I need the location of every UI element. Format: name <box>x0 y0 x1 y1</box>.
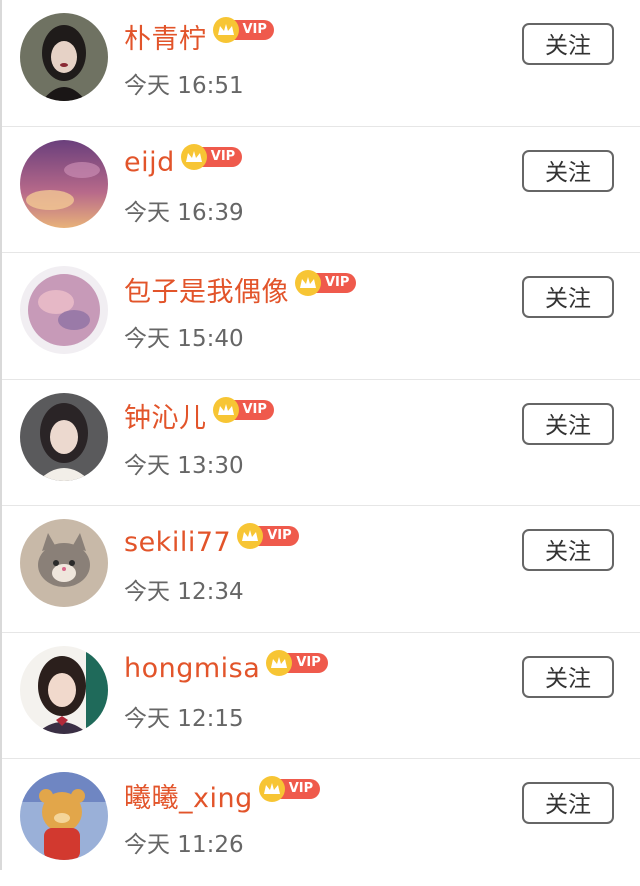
list-item[interactable]: hongmisa VIP 今天 12:15 关注 <box>2 633 640 759</box>
list-item[interactable]: 钟沁儿 VIP 今天 13:30 关注 <box>2 380 640 506</box>
avatar[interactable] <box>20 645 108 734</box>
crown-icon <box>258 776 285 802</box>
cat-avatar-icon <box>20 519 108 607</box>
username[interactable]: 朴青柠 <box>124 17 207 56</box>
timestamp: 今天 16:51 <box>124 73 244 99</box>
follow-button[interactable]: 关注 <box>522 23 614 65</box>
avatar[interactable] <box>20 519 108 607</box>
username[interactable]: 曦曦_xing <box>124 776 253 815</box>
username[interactable]: 钟沁儿 <box>124 396 207 435</box>
avatar[interactable] <box>20 266 108 354</box>
follow-button[interactable]: 关注 <box>522 149 614 192</box>
follow-button[interactable]: 关注 <box>522 655 614 698</box>
list-item[interactable]: 包子是我偶像 VIP 今天 15:40 关注 <box>2 253 640 380</box>
timestamp: 今天 16:39 <box>124 199 244 226</box>
follow-button[interactable]: 关注 <box>522 782 614 824</box>
username[interactable]: eijd <box>124 147 175 178</box>
follow-button[interactable]: 关注 <box>522 529 614 571</box>
crown-icon <box>295 270 321 296</box>
list-item[interactable]: 朴青柠 VIP 今天 16:51 关注 <box>2 0 640 127</box>
purple-sky-avatar-icon <box>20 139 108 228</box>
avatar[interactable] <box>20 139 108 228</box>
list-item[interactable]: eijd VIP 今天 16:39 关注 <box>2 127 640 253</box>
follow-button[interactable]: 关注 <box>522 402 614 445</box>
crown-icon <box>266 649 293 676</box>
timestamp: 今天 15:40 <box>124 326 244 352</box>
vip-badge: VIP <box>212 17 274 43</box>
list-item[interactable]: 曦曦_xing VIP 今天 11:26 关注 <box>2 759 640 886</box>
crown-icon <box>180 143 207 170</box>
timestamp: 今天 13:30 <box>124 452 244 479</box>
avatar[interactable] <box>20 13 108 101</box>
username[interactable]: hongmisa <box>124 653 260 684</box>
portrait-avatar-icon <box>20 13 108 101</box>
username[interactable]: 包子是我偶像 <box>124 270 289 309</box>
timestamp: 今天 11:26 <box>124 832 244 858</box>
follow-button[interactable]: 关注 <box>522 276 614 318</box>
timestamp: 今天 12:34 <box>124 579 244 605</box>
vip-badge: VIP <box>212 396 274 423</box>
vip-badge: VIP <box>258 776 321 802</box>
crown-icon <box>212 17 239 43</box>
avatar[interactable] <box>20 772 108 860</box>
username[interactable]: sekili77 <box>124 527 231 558</box>
crown-icon <box>237 523 264 549</box>
vip-badge: VIP <box>237 523 299 549</box>
timestamp: 今天 12:15 <box>124 705 244 732</box>
crown-icon <box>212 396 239 423</box>
portrait-avatar-icon <box>20 392 108 481</box>
list-item[interactable]: sekili77 VIP 今天 12:34 关注 <box>2 506 640 633</box>
vip-badge: VIP <box>180 143 243 170</box>
follower-list: 朴青柠 VIP 今天 16:51 关注 eijd VIP 今天 16:39 关注… <box>0 0 640 870</box>
vip-badge: VIP <box>266 649 328 676</box>
vip-badge: VIP <box>295 270 357 296</box>
portrait-avatar-icon <box>20 645 108 734</box>
bear-avatar-icon <box>20 772 108 860</box>
avatar[interactable] <box>20 392 108 481</box>
pink-cloud-avatar-icon <box>20 266 108 354</box>
